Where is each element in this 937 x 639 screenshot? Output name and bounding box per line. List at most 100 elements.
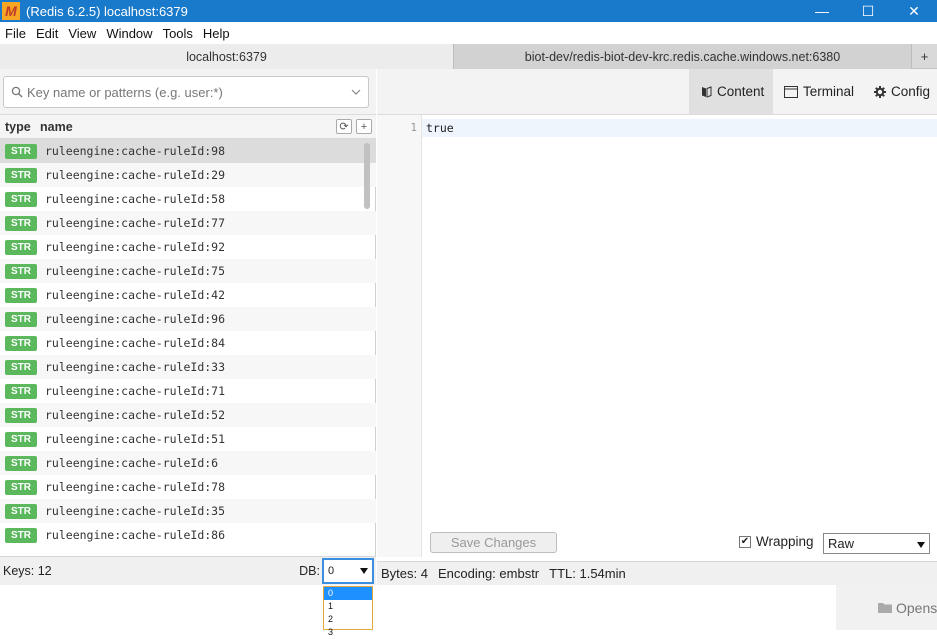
value-panel: Content Terminal Config 1 true Save Chan… [377,69,937,585]
list-item[interactable]: STR ruleengine:cache-ruleId:35 [0,499,376,523]
window-title: (Redis 6.2.5) localhost:6379 [26,3,188,19]
maximize-button[interactable]: ☐ [845,0,891,22]
key-name: ruleengine:cache-ruleId:35 [45,504,226,518]
minimize-button[interactable]: — [799,0,845,22]
menu-file[interactable]: File [0,26,31,41]
type-badge: STR [5,167,37,183]
list-item[interactable]: STR ruleengine:cache-ruleId:98 [0,139,376,163]
menu-edit[interactable]: Edit [31,26,63,41]
wrapping-toggle[interactable]: ✔ Wrapping [739,534,814,549]
key-name: ruleengine:cache-ruleId:98 [45,144,226,158]
menu-window[interactable]: Window [101,26,157,41]
key-name: ruleengine:cache-ruleId:52 [45,408,226,422]
search-area [0,69,376,115]
type-badge: STR [5,503,37,519]
key-name: ruleengine:cache-ruleId:92 [45,240,226,254]
list-item[interactable]: STR ruleengine:cache-ruleId:52 [0,403,376,427]
search-box [3,76,369,108]
key-name: ruleengine:cache-ruleId:51 [45,432,226,446]
key-list-header: type name ⟳ + [0,115,376,139]
type-badge: STR [5,335,37,351]
save-changes-button[interactable]: Save Changes [430,532,557,553]
db-option[interactable]: 3 [324,626,372,639]
search-input[interactable] [27,84,344,100]
tab-biot-dev[interactable]: biot-dev/redis-biot-dev-krc.redis.cache.… [454,44,912,69]
key-list: STR ruleengine:cache-ruleId:98 STR ruleeng… [0,139,376,556]
value-editor[interactable]: 1 true [377,115,937,557]
db-option[interactable]: 2 [324,613,372,626]
background-window: Opens [836,585,937,630]
keys-count: Keys: 12 [3,564,52,578]
refresh-button[interactable]: ⟳ [336,119,352,134]
type-badge: STR [5,455,37,471]
editor-active-line[interactable]: true [422,119,937,137]
wrapping-label: Wrapping [756,534,814,549]
key-name: ruleengine:cache-ruleId:42 [45,288,226,302]
tab-localhost[interactable]: localhost:6379 [0,44,454,69]
column-name[interactable]: name [40,120,336,134]
format-select[interactable]: Raw [823,533,930,554]
db-select-value: 0 [328,565,335,577]
background-label: Opens [896,599,937,616]
format-value: Raw [828,536,855,551]
key-name: ruleengine:cache-ruleId:58 [45,192,226,206]
value-status-bar: Bytes: 4 Encoding: embstr TTL: 1.54min [377,561,937,585]
type-badge: STR [5,215,37,231]
search-icon [7,86,27,98]
wrapping-checkbox[interactable]: ✔ [739,535,751,548]
key-name: ruleengine:cache-ruleId:77 [45,216,226,230]
gear-icon [874,85,886,98]
list-item[interactable]: STR ruleengine:cache-ruleId:86 [0,523,376,547]
list-item[interactable]: STR ruleengine:cache-ruleId:75 [0,259,376,283]
caret-down-icon [360,565,368,577]
type-badge: STR [5,383,37,399]
list-item[interactable]: STR ruleengine:cache-ruleId:92 [0,235,376,259]
title-bar: M (Redis 6.2.5) localhost:6379 — ☐ ✕ [0,0,937,22]
key-list-scrollbar[interactable] [364,143,370,209]
menu-help[interactable]: Help [198,26,235,41]
add-key-button[interactable]: + [356,119,372,134]
tab-config-label: Config [891,84,931,99]
menu-bar: File Edit View Window Tools Help [0,22,937,44]
list-item[interactable]: STR ruleengine:cache-ruleId:96 [0,307,376,331]
db-dropdown-list: 0 1 2 3 [323,586,373,637]
list-item[interactable]: STR ruleengine:cache-ruleId:78 [0,475,376,499]
list-item[interactable]: STR ruleengine:cache-ruleId:51 [0,427,376,451]
chevron-down-icon[interactable] [344,89,368,95]
key-browser-panel: type name ⟳ + STR ruleengine:cache-ruleId… [0,69,376,585]
key-list-footer: Keys: 12 DB: 0 [0,556,376,585]
db-select[interactable]: 0 [322,558,374,584]
menu-view[interactable]: View [63,26,101,41]
type-badge: STR [5,143,37,159]
list-item[interactable]: STR ruleengine:cache-ruleId:33 [0,355,376,379]
list-item[interactable]: STR ruleengine:cache-ruleId:71 [0,379,376,403]
close-button[interactable]: ✕ [891,0,937,22]
key-name: ruleengine:cache-ruleId:75 [45,264,226,278]
key-name: ruleengine:cache-ruleId:84 [45,336,226,350]
caret-down-icon [917,536,925,551]
tab-config[interactable]: Config [874,69,930,114]
list-item[interactable]: STR ruleengine:cache-ruleId:58 [0,187,376,211]
list-item[interactable]: STR ruleengine:cache-ruleId:84 [0,331,376,355]
list-item[interactable]: STR ruleengine:cache-ruleId:29 [0,163,376,187]
value-toolbar: Content Terminal Config [377,69,937,115]
column-type[interactable]: type [0,120,40,134]
type-badge: STR [5,191,37,207]
db-label: DB: [299,564,320,578]
list-item[interactable]: STR ruleengine:cache-ruleId:6 [0,451,376,475]
app-logo-icon: M [2,2,20,20]
bytes-info: Bytes: 4 [381,566,428,581]
db-option[interactable]: 1 [324,600,372,613]
editor-gutter: 1 [377,115,422,557]
menu-tools[interactable]: Tools [158,26,198,41]
tab-terminal[interactable]: Terminal [784,69,854,114]
add-tab-button[interactable]: + [912,44,937,68]
tab-content[interactable]: Content [689,69,773,114]
list-item[interactable]: STR ruleengine:cache-ruleId:42 [0,283,376,307]
db-option[interactable]: 0 [324,587,372,600]
encoding-info: Encoding: embstr [437,566,540,581]
list-item[interactable]: STR ruleengine:cache-ruleId:77 [0,211,376,235]
key-name: ruleengine:cache-ruleId:78 [45,480,226,494]
line-number: 1 [410,121,417,134]
terminal-icon [784,85,798,98]
